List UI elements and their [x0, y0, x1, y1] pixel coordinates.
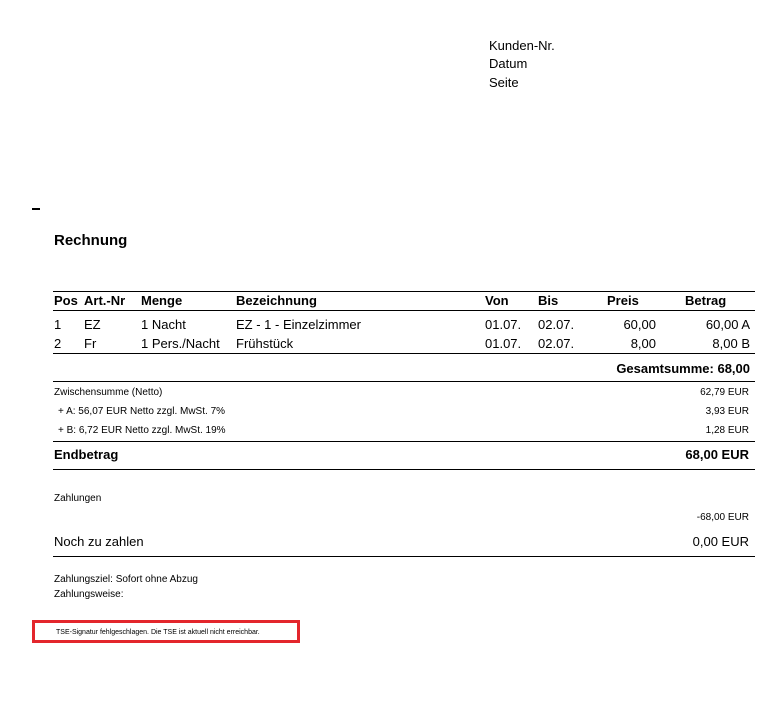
document-title: Rechnung: [54, 232, 128, 249]
row-preis: 8,00: [630, 336, 656, 351]
row-von: 01.07.: [485, 317, 522, 332]
page-label: Seite: [489, 75, 519, 90]
row-art-nr: Fr: [84, 336, 97, 351]
customer-number-label: Kunden-Nr.: [489, 38, 555, 53]
row-betrag: 60,00 A: [705, 317, 750, 332]
row-bis: 02.07.: [538, 317, 575, 332]
row-betrag: 8,00 B: [712, 336, 750, 351]
column-header-bezeichnung: Bezeichnung: [236, 293, 317, 308]
summary-rule: [53, 441, 755, 442]
column-header-bis: Bis: [538, 293, 559, 308]
tax-b-label: + B: 6,72 EUR Netto zzgl. MwSt. 19%: [58, 425, 226, 436]
tax-a-label: + A: 56,07 EUR Netto zzgl. MwSt. 7%: [58, 406, 226, 417]
column-header-pos: Pos: [54, 293, 78, 308]
column-header-von: Von: [485, 293, 509, 308]
payments-rule: [53, 556, 755, 557]
row-pos: 2: [54, 336, 62, 351]
tax-a-value: 3,93 EUR: [705, 406, 749, 417]
row-menge: 1 Pers./Nacht: [141, 336, 220, 351]
table-header-rule: [53, 310, 755, 311]
column-header-betrag: Betrag: [685, 293, 727, 308]
column-header-art-nr: Art.-Nr: [84, 293, 126, 308]
final-amount-value: 68,00 EUR: [685, 447, 749, 462]
subtotal-value: 62,79 EUR: [700, 387, 749, 398]
dash-mark: [32, 208, 40, 210]
table-top-rule: [53, 291, 755, 292]
row-pos: 1: [54, 317, 62, 332]
tse-notice-box: TSE-Signatur fehlgeschlagen. Die TSE ist…: [32, 620, 300, 643]
payments-value: -68,00 EUR: [696, 512, 749, 523]
final-amount-rule: [53, 469, 755, 470]
table-rows-rule: [53, 353, 755, 354]
row-preis: 60,00: [623, 317, 656, 332]
tse-notice-text: TSE-Signatur fehlgeschlagen. Die TSE ist…: [56, 629, 260, 636]
payment-method: Zahlungsweise:: [54, 589, 124, 600]
subtotal-label: Zwischensumme (Netto): [54, 387, 163, 398]
column-header-menge: Menge: [141, 293, 183, 308]
remaining-value: 0,00 EUR: [692, 534, 749, 549]
row-von: 01.07.: [485, 336, 522, 351]
grand-total: Gesamtsumme: 68,00: [616, 361, 750, 376]
row-bis: 02.07.: [538, 336, 575, 351]
payment-target: Zahlungsziel: Sofort ohne Abzug: [54, 574, 198, 585]
payments-label: Zahlungen: [54, 493, 102, 504]
column-header-preis: Preis: [607, 293, 639, 308]
row-bezeichnung: Frühstück: [236, 336, 294, 351]
table-bottom-rule: [53, 381, 755, 382]
final-amount-label: Endbetrag: [54, 447, 119, 462]
row-art-nr: EZ: [84, 317, 101, 332]
row-menge: 1 Nacht: [141, 317, 186, 332]
row-bezeichnung: EZ - 1 - Einzelzimmer: [236, 317, 361, 332]
date-label: Datum: [489, 56, 528, 71]
remaining-label: Noch zu zahlen: [54, 534, 144, 549]
tax-b-value: 1,28 EUR: [705, 425, 749, 436]
